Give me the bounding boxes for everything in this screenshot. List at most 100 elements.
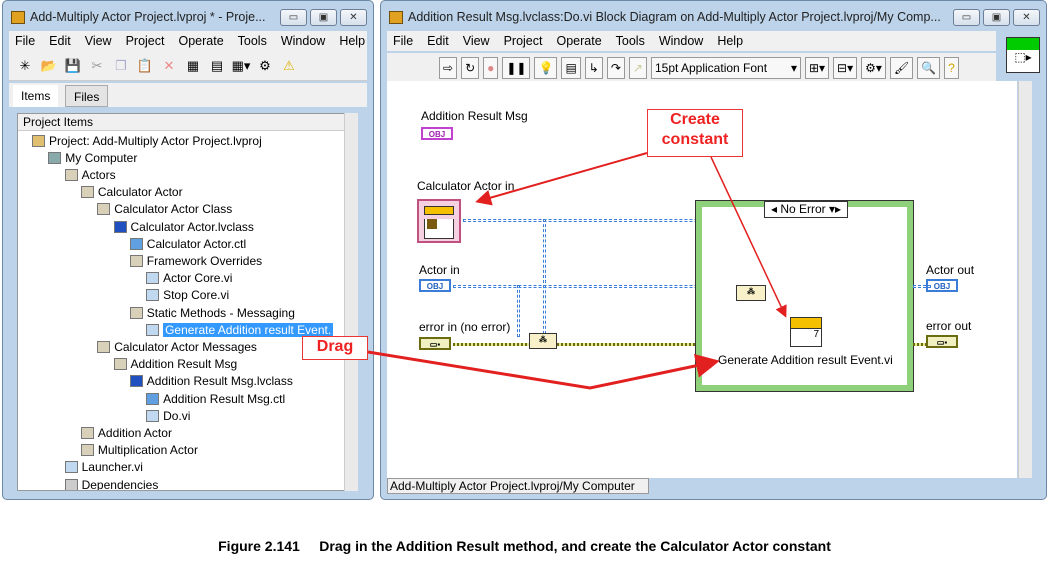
tree-item[interactable]: Dependencies bbox=[64, 476, 159, 491]
run-continuously-button[interactable]: ↻ bbox=[461, 56, 480, 79]
diagram-scrollbar[interactable] bbox=[1018, 81, 1032, 478]
folder-icon bbox=[113, 358, 127, 371]
addition-result-msg-label: Addition Result Msg bbox=[421, 109, 528, 123]
folder-icon bbox=[97, 203, 111, 216]
menu-file[interactable]: File bbox=[393, 34, 413, 48]
close-button[interactable]: ✕ bbox=[1013, 9, 1040, 26]
warning-icon[interactable]: ⚠ bbox=[279, 56, 299, 76]
menu-file[interactable]: File bbox=[15, 34, 35, 48]
copy-icon[interactable]: ❐ bbox=[111, 56, 131, 76]
unbundle-node[interactable]: ⁂ bbox=[736, 285, 766, 301]
maximize-button[interactable]: ▣ bbox=[310, 9, 337, 26]
tree-item-label: Static Methods - Messaging bbox=[146, 305, 295, 320]
menu-view[interactable]: View bbox=[85, 34, 112, 48]
abort-button[interactable]: ● bbox=[483, 56, 499, 79]
tree-item[interactable]: Calculator Actor Class bbox=[97, 201, 232, 218]
cut-icon[interactable]: ✂ bbox=[87, 56, 107, 76]
tree-item[interactable]: Addition Actor bbox=[80, 424, 172, 441]
tree-scrollbar[interactable] bbox=[344, 113, 358, 491]
menu-help[interactable]: Help bbox=[717, 34, 743, 48]
menu-help[interactable]: Help bbox=[339, 34, 365, 48]
tree-item[interactable]: Calculator Actor.ctl bbox=[129, 235, 246, 252]
step-over-button[interactable]: ↷ bbox=[606, 56, 625, 79]
tree-item[interactable]: Calculator Actor Messages bbox=[97, 338, 257, 355]
font-select[interactable]: 15pt Application Font ▾ bbox=[650, 56, 801, 79]
minimize-button[interactable]: ▭ bbox=[280, 9, 307, 26]
tree-item[interactable]: Do.vi bbox=[146, 407, 190, 424]
close-button[interactable]: ✕ bbox=[340, 9, 367, 26]
tree-item-label: Multiplication Actor bbox=[97, 443, 198, 458]
project-tree[interactable]: Project Items Project: Add-Multiply Acto… bbox=[17, 113, 347, 491]
save-build-icon[interactable]: ▤ bbox=[207, 56, 227, 76]
tree-item[interactable]: Static Methods - Messaging bbox=[129, 304, 295, 321]
tree-item[interactable]: Addition Result Msg.ctl bbox=[146, 390, 285, 407]
menu-operate[interactable]: Operate bbox=[178, 34, 223, 48]
minimize-button[interactable]: ▭ bbox=[953, 9, 980, 26]
new-icon[interactable]: ✳ bbox=[15, 56, 35, 76]
diagram-canvas[interactable]: Addition Result Msg OBJ Calculator Actor… bbox=[387, 81, 1017, 478]
error-out-terminal[interactable]: ▭▪ bbox=[926, 335, 958, 348]
case-selector[interactable]: ◂ No Error ▾▸ bbox=[764, 201, 848, 218]
menu-window[interactable]: Window bbox=[659, 34, 703, 48]
generate-addition-result-event-subvi[interactable]: 7 bbox=[790, 317, 822, 347]
tree-item[interactable]: Addition Result Msg.lvclass bbox=[129, 373, 293, 390]
menu-project[interactable]: Project bbox=[126, 34, 165, 48]
align-button[interactable]: ⊞▾ bbox=[804, 56, 830, 79]
actor-out-terminal[interactable]: OBJ bbox=[926, 279, 958, 292]
tree-item-label: Calculator Actor bbox=[97, 185, 183, 200]
open-icon[interactable]: 📂 bbox=[39, 56, 59, 76]
run-button[interactable]: ⇨ bbox=[439, 56, 458, 79]
tree-item-label: Generate Addition result Event. bbox=[163, 322, 334, 337]
menu-view[interactable]: View bbox=[463, 34, 490, 48]
case-structure[interactable]: ◂ No Error ▾▸ ⁂ 7 Generate Addition resu… bbox=[695, 200, 914, 392]
distribute-button[interactable]: ⊟▾ bbox=[833, 56, 858, 79]
tree-item[interactable]: Addition Result Msg bbox=[113, 356, 237, 373]
highlight-execution-button[interactable]: 💡 bbox=[534, 56, 558, 79]
tab-items[interactable]: Items bbox=[13, 85, 59, 107]
tree-item[interactable]: Multiplication Actor bbox=[80, 442, 198, 459]
tab-files[interactable]: Files bbox=[65, 85, 109, 107]
tree-item[interactable]: Stop Core.vi bbox=[146, 287, 229, 304]
menu-tools[interactable]: Tools bbox=[616, 34, 645, 48]
tree-item[interactable]: Actor Core.vi bbox=[146, 270, 232, 287]
computer-icon bbox=[48, 151, 62, 164]
step-into-button[interactable]: ↳ bbox=[584, 56, 603, 79]
save-all-icon[interactable]: 💾 bbox=[63, 56, 83, 76]
cleanup-button[interactable]: 🖌 bbox=[889, 56, 914, 79]
delete-icon[interactable]: ✕ bbox=[159, 56, 179, 76]
paste-icon[interactable]: 📋 bbox=[135, 56, 155, 76]
menu-operate[interactable]: Operate bbox=[556, 34, 601, 48]
build-icon[interactable]: ▦ bbox=[183, 56, 203, 76]
drag-callout: Drag bbox=[302, 336, 368, 360]
menu-project[interactable]: Project bbox=[504, 34, 543, 48]
tree-item[interactable]: Actors bbox=[64, 166, 116, 183]
tree-item-label: Dependencies bbox=[81, 477, 159, 491]
tree-item[interactable]: My Computer bbox=[48, 149, 137, 166]
tree-item[interactable]: Calculator Actor.lvclass bbox=[113, 218, 254, 235]
help-icon[interactable]: ? bbox=[944, 56, 959, 79]
title-bar: Addition Result Msg.lvclass:Do.vi Block … bbox=[381, 1, 1046, 33]
reorder-button[interactable]: ⚙▾ bbox=[861, 56, 886, 79]
error-in-terminal[interactable]: ▭▪ bbox=[419, 337, 451, 350]
menu-edit[interactable]: Edit bbox=[427, 34, 449, 48]
pause-button[interactable]: ❚❚ bbox=[502, 56, 531, 79]
view-icon[interactable]: ▦▾ bbox=[231, 56, 251, 76]
dependencies-icon[interactable]: ⚙ bbox=[255, 56, 275, 76]
menu-tools[interactable]: Tools bbox=[238, 34, 267, 48]
maximize-button[interactable]: ▣ bbox=[983, 9, 1010, 26]
addition-result-msg-constant[interactable]: OBJ bbox=[421, 127, 453, 140]
bundle-node[interactable]: ⁂ bbox=[529, 333, 557, 349]
menu-window[interactable]: Window bbox=[281, 34, 325, 48]
retain-wire-values-button[interactable]: ▤ bbox=[561, 56, 581, 79]
tree-item[interactable]: Framework Overrides bbox=[129, 252, 262, 269]
step-out-button[interactable]: ↗ bbox=[628, 56, 647, 79]
tree-item[interactable]: Launcher.vi bbox=[64, 459, 143, 476]
tree-item-label: Actor Core.vi bbox=[163, 271, 233, 286]
calculator-actor-constant[interactable] bbox=[417, 199, 461, 243]
tree-item[interactable]: Calculator Actor bbox=[80, 184, 183, 201]
dependencies-icon bbox=[64, 478, 78, 490]
search-icon[interactable]: 🔍 bbox=[917, 56, 941, 79]
menu-edit[interactable]: Edit bbox=[49, 34, 71, 48]
actor-in-terminal[interactable]: OBJ bbox=[419, 279, 451, 292]
tree-item[interactable]: Project: Add-Multiply Actor Project.lvpr… bbox=[32, 132, 262, 149]
